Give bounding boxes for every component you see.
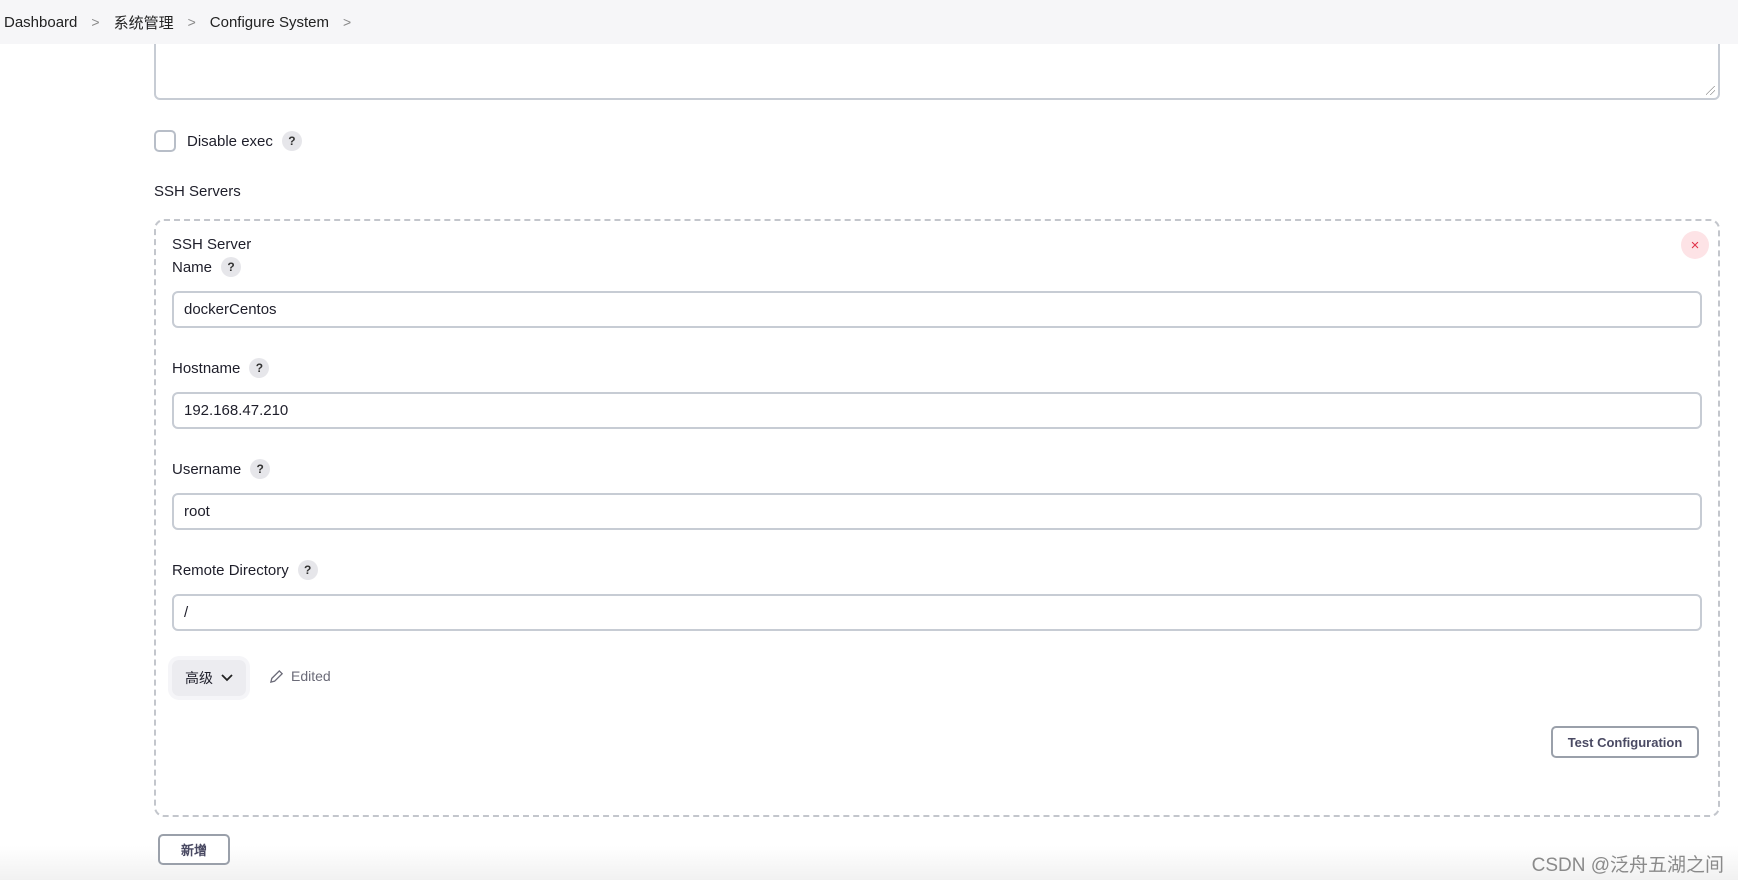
chevron-right-icon: > [187, 14, 196, 30]
breadcrumb-dashboard[interactable]: Dashboard [4, 14, 77, 31]
help-icon[interactable]: ? [221, 257, 242, 277]
remote-directory-label: Remote Directory? [172, 560, 318, 580]
edited-indicator: Edited [269, 668, 331, 684]
hostname-input[interactable]: 192.168.47.210 [172, 392, 1702, 429]
ssh-server-title: SSH Server [172, 236, 252, 253]
advanced-button[interactable]: 高级 [172, 660, 246, 696]
help-icon[interactable]: ? [281, 131, 302, 151]
disable-exec-label: Disable exec [187, 132, 273, 150]
breadcrumb-configure[interactable]: Configure System [210, 14, 329, 31]
close-icon[interactable]: × [1681, 231, 1709, 259]
help-icon[interactable]: ? [249, 358, 270, 378]
name-label: Name? [172, 257, 242, 277]
chevron-right-icon: > [91, 14, 100, 30]
add-server-button[interactable]: 新增 [158, 834, 230, 865]
help-icon[interactable]: ? [297, 560, 318, 580]
disable-exec-checkbox[interactable] [154, 130, 176, 152]
breadcrumb-manage[interactable]: 系统管理 [114, 12, 174, 33]
resize-handle-icon[interactable] [1706, 86, 1715, 95]
section-title: SSH Servers [154, 183, 241, 200]
name-input[interactable]: dockerCentos [172, 291, 1702, 328]
hostname-label: Hostname? [172, 358, 270, 378]
pencil-icon [269, 669, 284, 683]
breadcrumb: Dashboard > 系统管理 > Configure System > [0, 0, 1738, 44]
help-icon[interactable]: ? [250, 459, 271, 479]
watermark: CSDN @泛舟五湖之间 [1531, 855, 1724, 876]
test-configuration-button[interactable]: Test Configuration [1551, 726, 1699, 758]
remote-directory-input[interactable]: / [172, 594, 1702, 631]
bottom-bar [0, 846, 1738, 880]
username-label: Username? [172, 459, 271, 479]
chevron-right-icon[interactable]: > [343, 14, 351, 30]
chevron-down-icon [221, 674, 233, 682]
disable-exec-row: Disable exec ? [154, 130, 302, 152]
username-input[interactable]: root [172, 493, 1702, 530]
